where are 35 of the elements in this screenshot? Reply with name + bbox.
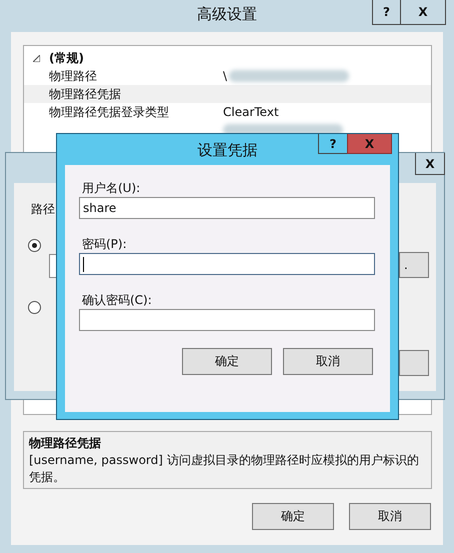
- dialog-button[interactable]: [399, 350, 429, 376]
- description-title: 物理路径凭据: [29, 435, 102, 452]
- dialog-title: 设置凭据: [198, 141, 258, 160]
- property-row[interactable]: 物理路径凭据登录类型 ClearText: [24, 103, 431, 121]
- close-button[interactable]: X: [415, 153, 445, 175]
- browse-button[interactable]: .: [399, 252, 429, 278]
- property-row[interactable]: 物理路径 \: [24, 67, 431, 85]
- property-name: 物理路径凭据登录类型: [49, 104, 169, 118]
- collapse-icon[interactable]: [33, 54, 40, 62]
- field-value: share: [83, 201, 116, 215]
- dialog-button[interactable]: 确定: [252, 503, 334, 530]
- property-name: 物理路径凭据: [49, 86, 121, 100]
- dialog-button[interactable]: 取消: [349, 503, 431, 530]
- input-field[interactable]: [79, 253, 375, 275]
- field-label: 密码(P):: [82, 236, 128, 253]
- description-text: [username, password] 访问虚拟目录的物理路径时应模拟的用户标识的凭据。: [29, 452, 420, 486]
- radio-button[interactable]: [28, 239, 41, 252]
- category-label: (常规): [49, 50, 84, 66]
- property-row[interactable]: 物理路径凭据: [24, 85, 431, 103]
- close-button[interactable]: X: [400, 0, 446, 25]
- property-value: \: [223, 69, 228, 83]
- field-label: 用户名(U):: [82, 180, 142, 197]
- radio-button[interactable]: [28, 301, 41, 314]
- dialog-button[interactable]: 取消: [283, 348, 373, 375]
- close-button[interactable]: X: [347, 134, 392, 154]
- field-label: 确认密码(C):: [82, 292, 153, 309]
- property-value: ClearText: [223, 105, 279, 119]
- dialog-button[interactable]: 确定: [182, 348, 272, 375]
- property-name: 物理路径: [49, 68, 97, 82]
- input-field[interactable]: [79, 309, 375, 331]
- group-label: 路径: [31, 201, 55, 218]
- help-button[interactable]: ?: [372, 0, 401, 25]
- window-title: 高级设置: [197, 5, 257, 24]
- help-button[interactable]: ?: [318, 134, 348, 154]
- input-field[interactable]: share: [79, 197, 375, 219]
